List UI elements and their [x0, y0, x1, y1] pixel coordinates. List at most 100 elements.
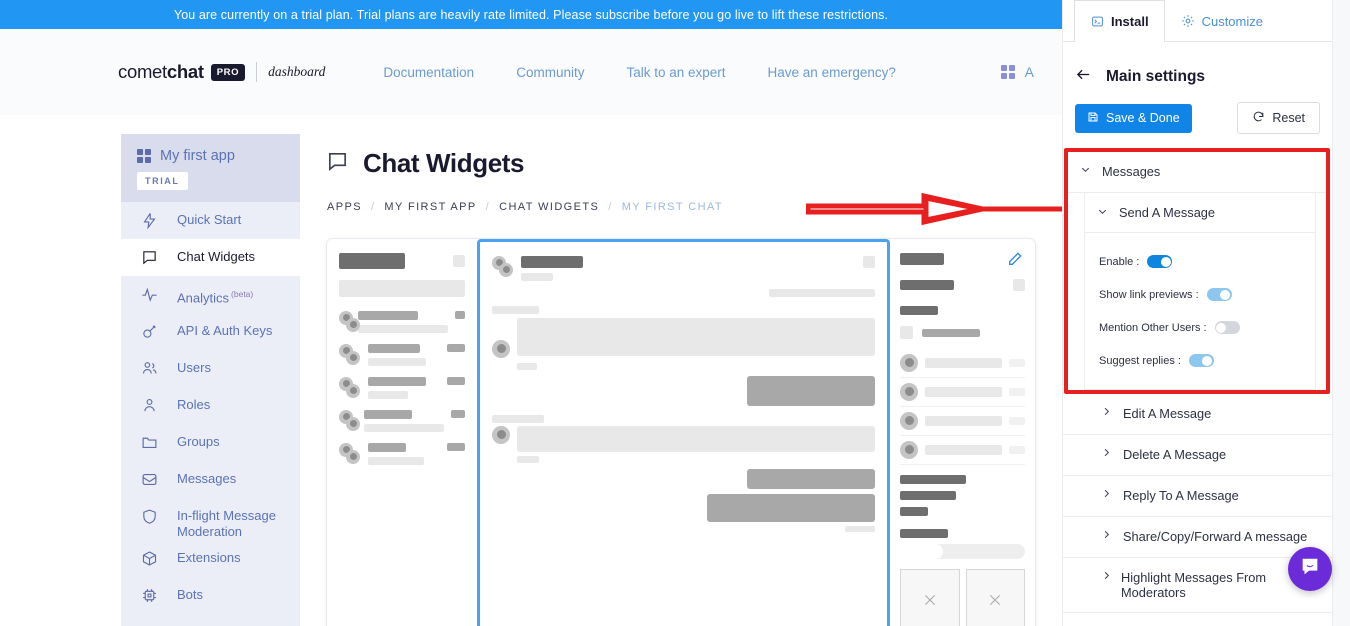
accordion-header-reply-to-a-message[interactable]: Reply To A Message — [1063, 476, 1332, 517]
sidebar-item-label: Extensions — [177, 550, 241, 565]
panel-tabs: Install Customize — [1063, 0, 1332, 42]
save-button-label: Save & Done — [1106, 111, 1180, 125]
tab-customize-label: Customize — [1201, 13, 1263, 29]
accordion-header-delete-a-message[interactable]: Delete A Message — [1063, 435, 1332, 476]
brand-wordmark: cometchat — [118, 61, 204, 83]
accordion-subsection-send-a-message: Send A Message Enable : Show link previe… — [1084, 193, 1316, 390]
settings-panel: Install Customize Main settings Save & D… — [1062, 0, 1333, 626]
sidebar-item-users[interactable]: Users — [121, 350, 300, 387]
tab-customize[interactable]: Customize — [1165, 0, 1279, 41]
setting-row-mention-other-users: Mention Other Users : — [1099, 311, 1315, 344]
sidebar-item-api-auth-keys[interactable]: API & Auth Keys — [121, 313, 300, 350]
trial-plan-banner: You are currently on a trial plan. Trial… — [0, 0, 1062, 29]
sidebar-item-label: API & Auth Keys — [177, 323, 273, 338]
preview-active-chat-column[interactable] — [477, 239, 890, 626]
sidebar-item-label: In-flight Message Moderation — [177, 508, 276, 539]
reset-button-label: Reset — [1272, 111, 1305, 125]
top-nav-right-group: A — [1000, 64, 1034, 80]
brand-logo[interactable]: cometchat PRO dashboard — [118, 61, 325, 83]
sidebar-item-label: Groups — [177, 434, 220, 449]
setting-row-enable: Enable : — [1099, 245, 1315, 278]
sidebar-item-analytics[interactable]: Analytics (beta) — [121, 276, 300, 313]
nav-link-have-an-emergency[interactable]: Have an emergency? — [768, 65, 896, 80]
sidebar-item-label: Roles — [177, 397, 211, 412]
accordion-header-edit-a-message[interactable]: Edit A Message — [1063, 394, 1332, 435]
sidebar-item-quick-start[interactable]: Quick Start — [121, 202, 300, 239]
nav-link-documentation[interactable]: Documentation — [383, 65, 474, 80]
account-initial-label[interactable]: A — [1025, 64, 1034, 80]
nav-link-community[interactable]: Community — [516, 65, 584, 80]
gear-icon — [1181, 14, 1195, 28]
setting-row-show-link-previews: Show link previews : — [1099, 278, 1315, 311]
intercom-launcher-button[interactable] — [1288, 547, 1332, 591]
terminal-icon — [1090, 15, 1104, 29]
breadcrumb-separator: / — [485, 201, 491, 213]
setting-label: Enable : — [1099, 255, 1140, 268]
sidebar: My first app TRIAL Quick Start Chat Widg… — [121, 134, 300, 626]
brand-pro-badge: PRO — [210, 63, 246, 81]
accordion-header-messages[interactable]: Messages — [1068, 152, 1326, 193]
accordion-header-share-copy-forward-a-message[interactable]: Share/Copy/Forward A message — [1063, 517, 1332, 558]
accordion-label: Reply To A Message — [1123, 488, 1239, 503]
sidebar-item-messages[interactable]: Messages — [121, 461, 300, 498]
save-and-done-button[interactable]: Save & Done — [1075, 103, 1192, 133]
tab-install-label: Install — [1111, 14, 1149, 29]
user-icon — [121, 387, 177, 414]
sidebar-item-label: Quick Start — [177, 212, 242, 227]
arrow-left-icon[interactable] — [1075, 66, 1092, 88]
accordion-header-partial[interactable] — [1063, 613, 1332, 626]
sidebar-item-bots[interactable]: Bots — [121, 577, 300, 614]
breadcrumb-item-chat-widgets[interactable]: CHAT WIDGETS — [499, 201, 599, 213]
refresh-icon — [1252, 110, 1265, 126]
toggle-show-link-previews[interactable] — [1206, 288, 1232, 301]
sidebar-item-in-flight-message-moderation[interactable]: In-flight Message Moderation — [121, 498, 300, 540]
sidebar-item-chat-widgets[interactable]: Chat Widgets — [121, 239, 300, 276]
shield-icon — [121, 498, 177, 525]
sidebar-item-text: Analytics — [177, 290, 230, 306]
panel-right-gutter — [1333, 0, 1350, 626]
users-icon — [121, 350, 177, 377]
toggle-settings-list: Enable : Show link previews : Mention Ot… — [1085, 233, 1315, 389]
app-root: You are currently on a trial plan. Trial… — [0, 0, 1350, 626]
preview-conversations-column — [327, 239, 477, 626]
setting-row-suggest-replies: Suggest replies : — [1099, 344, 1315, 377]
toggle-mention-other-users[interactable] — [1214, 321, 1240, 334]
sidebar-item-roles[interactable]: Roles — [121, 387, 300, 424]
toggle-suggest-replies[interactable] — [1188, 354, 1214, 367]
toggle-enable[interactable] — [1147, 255, 1173, 268]
breadcrumb-separator: / — [608, 201, 613, 213]
sidebar-app-header[interactable]: My first app TRIAL — [121, 134, 300, 202]
setting-label: Show link previews : — [1099, 288, 1199, 301]
brand-comet-text: comet — [118, 61, 167, 82]
sidebar-item-groups[interactable]: Groups — [121, 424, 300, 461]
panel-action-buttons: Save & Done Reset — [1063, 88, 1332, 134]
preview-details-column — [890, 239, 1035, 626]
key-icon — [121, 313, 177, 340]
tab-install[interactable]: Install — [1074, 0, 1165, 42]
save-icon — [1087, 111, 1099, 126]
subsection-header-send-a-message[interactable]: Send A Message — [1085, 193, 1315, 233]
breadcrumb-separator: / — [370, 201, 376, 213]
breadcrumb-item-my-first-app[interactable]: MY FIRST APP — [384, 201, 476, 213]
nav-link-talk-to-an-expert[interactable]: Talk to an expert — [626, 65, 725, 80]
trial-banner-text: You are currently on a trial plan. Trial… — [173, 7, 889, 22]
chevron-right-icon — [1101, 570, 1110, 586]
chat-widget-preview[interactable] — [326, 238, 1036, 626]
inbox-icon — [121, 461, 177, 488]
accordion-section-messages-highlighted: Messages Send A Message Enable : Show li… — [1064, 148, 1330, 394]
reset-button[interactable]: Reset — [1237, 102, 1320, 134]
sidebar-item-extensions[interactable]: Extensions — [121, 540, 300, 577]
top-navigation-bar: cometchat PRO dashboard Documentation Co… — [0, 29, 1062, 115]
cube-icon — [121, 540, 177, 567]
panel-title: Main settings — [1106, 68, 1206, 85]
sidebar-item-label: Bots — [177, 587, 204, 602]
accordion-label: Share/Copy/Forward A message — [1123, 529, 1308, 544]
grid-icon[interactable] — [1000, 65, 1015, 79]
pencil-icon[interactable] — [1007, 251, 1023, 272]
chevron-right-icon — [1101, 447, 1112, 463]
sidebar-item-label: Chat Widgets — [177, 249, 256, 264]
settings-accordion: Messages Send A Message Enable : Show li… — [1063, 148, 1332, 626]
breadcrumb-item-apps[interactable]: APPS — [327, 201, 362, 213]
beta-tag: (beta) — [231, 289, 254, 299]
setting-label: Mention Other Users : — [1099, 321, 1207, 334]
